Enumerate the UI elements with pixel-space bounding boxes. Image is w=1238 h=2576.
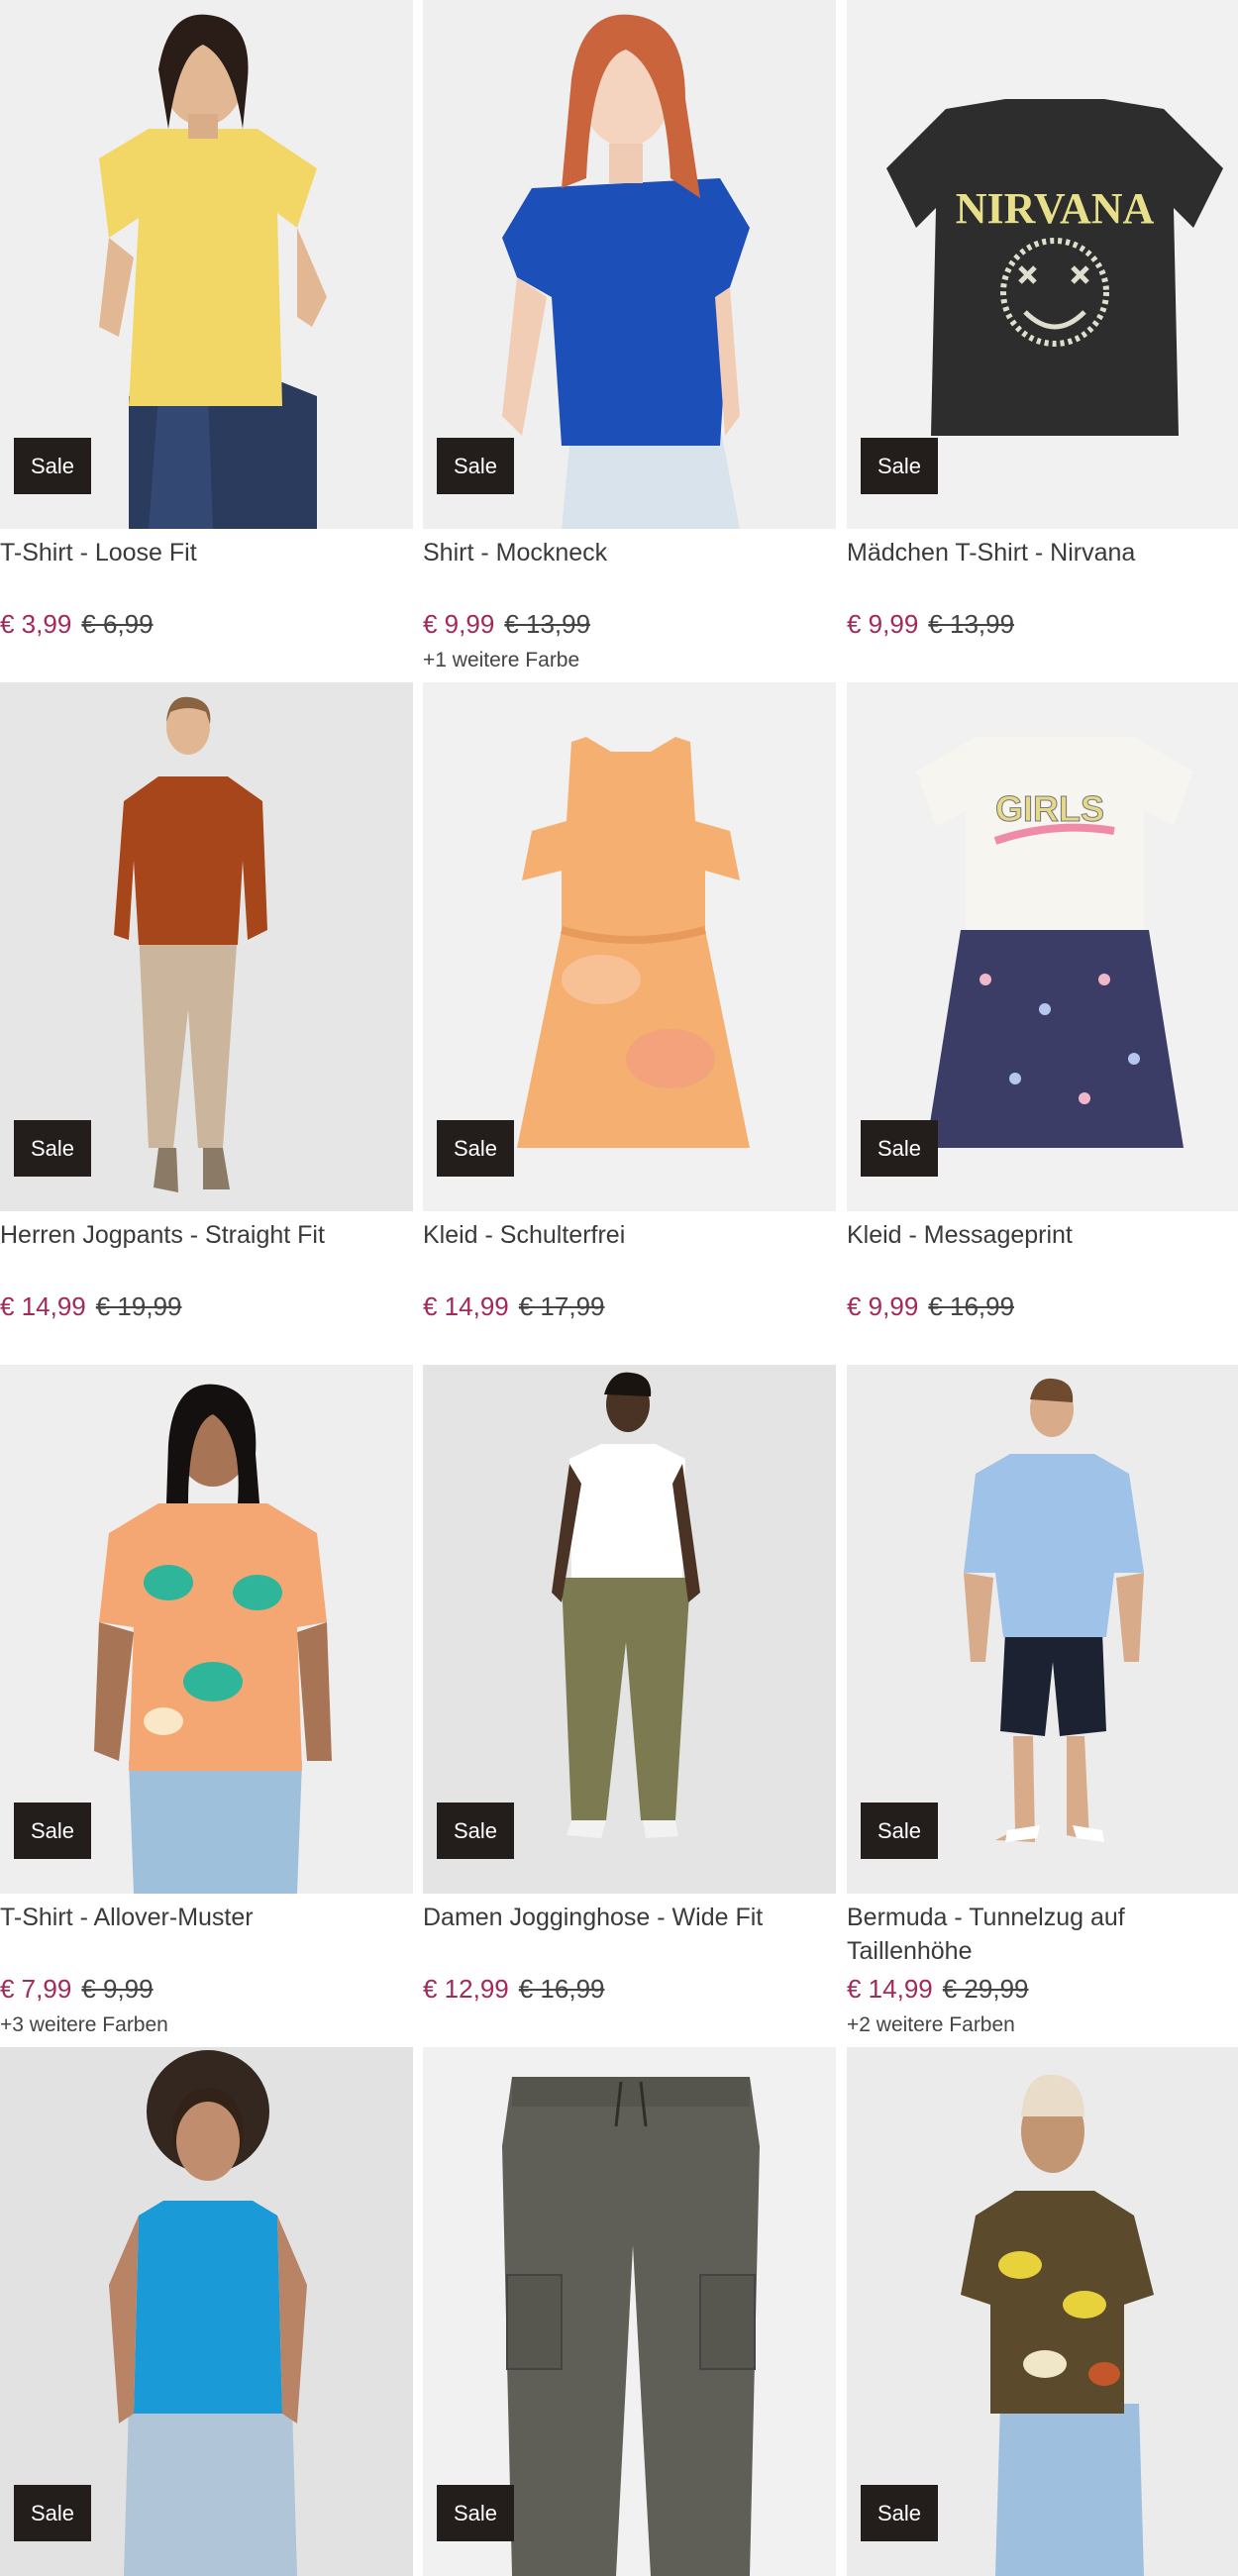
- sale-badge: Sale: [437, 1120, 514, 1177]
- original-price: € 19,99: [95, 1291, 182, 1321]
- price-row: € 3,99 € 6,99: [0, 607, 154, 641]
- product-image[interactable]: NIRVANA Sale: [847, 0, 1238, 529]
- product-title[interactable]: Kleid - Messageprint: [847, 1218, 1238, 1252]
- original-price: € 29,99: [942, 1974, 1029, 2004]
- price-row: € 14,99 € 17,99: [423, 1289, 605, 1323]
- price-row: € 7,99 € 9,99: [0, 1972, 154, 2006]
- sale-badge: Sale: [861, 2485, 938, 2541]
- product-image[interactable]: Sale: [0, 682, 413, 1211]
- sale-badge: Sale: [861, 1120, 938, 1177]
- sale-price: € 3,99: [0, 609, 72, 639]
- sale-badge: Sale: [437, 2485, 514, 2541]
- price-row: € 14,99 € 19,99: [0, 1289, 182, 1323]
- sale-price: € 14,99: [423, 1291, 509, 1321]
- sale-badge: Sale: [437, 1803, 514, 1859]
- price-row: € 14,99 € 29,99: [847, 1972, 1029, 2006]
- more-colors-label[interactable]: +1 weitere Farbe: [423, 647, 579, 674]
- product-image[interactable]: Sale: [423, 0, 836, 529]
- sale-price: € 14,99: [0, 1291, 86, 1321]
- sale-badge: Sale: [14, 438, 91, 494]
- sale-price: € 9,99: [847, 609, 919, 639]
- more-colors-label[interactable]: +3 weitere Farben: [0, 2011, 168, 2039]
- svg-text:GIRLS: GIRLS: [995, 788, 1104, 829]
- price-row: € 9,99 € 13,99: [847, 607, 1014, 641]
- original-price: € 6,99: [81, 609, 154, 639]
- product-image[interactable]: Sale: [0, 1365, 413, 1894]
- product-title[interactable]: Mädchen T-Shirt - Nirvana: [847, 536, 1238, 569]
- product-image[interactable]: Sale: [847, 2047, 1238, 2576]
- product-grid: Sale T-Shirt - Loose Fit € 3,99 € 6,99 Sa…: [0, 0, 1238, 2576]
- product-title[interactable]: Kleid - Schulterfrei: [423, 1218, 829, 1252]
- product-image[interactable]: Sale: [423, 1365, 836, 1894]
- sale-price: € 14,99: [847, 1974, 933, 2004]
- sale-price: € 9,99: [847, 1291, 919, 1321]
- sale-price: € 12,99: [423, 1974, 509, 2004]
- product-title[interactable]: Herren Jogpants - Straight Fit: [0, 1218, 406, 1252]
- original-price: € 9,99: [81, 1974, 154, 2004]
- sale-price: € 9,99: [423, 609, 495, 639]
- more-colors-label[interactable]: +2 weitere Farben: [847, 2011, 1015, 2039]
- product-title[interactable]: T-Shirt - Allover-Muster: [0, 1901, 406, 1934]
- sale-badge: Sale: [14, 1120, 91, 1177]
- product-title[interactable]: Shirt - Mockneck: [423, 536, 829, 569]
- original-price: € 16,99: [518, 1974, 605, 2004]
- product-image[interactable]: GIRLS Sale: [847, 682, 1238, 1211]
- product-image[interactable]: Sale: [0, 0, 413, 529]
- product-image[interactable]: Sale: [0, 2047, 413, 2576]
- price-row: € 12,99 € 16,99: [423, 1972, 605, 2006]
- sale-badge: Sale: [437, 438, 514, 494]
- sale-badge: Sale: [861, 1803, 938, 1859]
- original-price: € 13,99: [504, 609, 591, 639]
- sale-badge: Sale: [861, 438, 938, 494]
- svg-text:NIRVANA: NIRVANA: [956, 184, 1155, 233]
- sale-badge: Sale: [14, 1803, 91, 1859]
- price-row: € 9,99 € 13,99: [423, 607, 590, 641]
- product-image[interactable]: Sale: [423, 2047, 836, 2576]
- original-price: € 17,99: [518, 1291, 605, 1321]
- product-title[interactable]: Damen Jogginghose - Wide Fit: [423, 1901, 829, 1934]
- original-price: € 13,99: [928, 609, 1015, 639]
- product-title[interactable]: T-Shirt - Loose Fit: [0, 536, 406, 569]
- price-row: € 9,99 € 16,99: [847, 1289, 1014, 1323]
- original-price: € 16,99: [928, 1291, 1015, 1321]
- product-image[interactable]: Sale: [423, 682, 836, 1211]
- sale-price: € 7,99: [0, 1974, 72, 2004]
- product-title[interactable]: Bermuda - Tunnelzug auf Taillenhöhe: [847, 1901, 1238, 1968]
- product-image[interactable]: Sale: [847, 1365, 1238, 1894]
- sale-badge: Sale: [14, 2485, 91, 2541]
